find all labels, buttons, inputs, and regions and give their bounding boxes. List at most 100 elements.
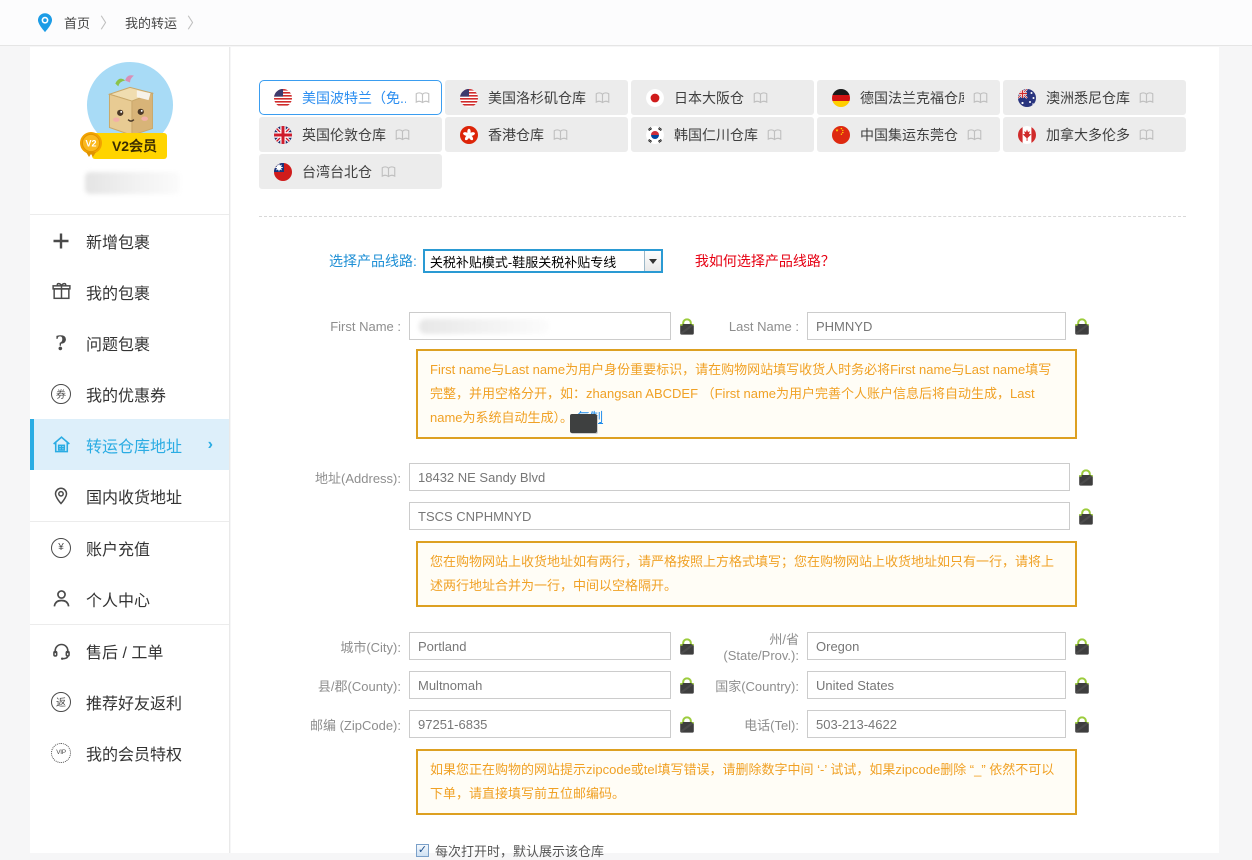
name-format-notice: First name与Last name为用户身份重要标识，请在购物网站填写收货… — [416, 349, 1077, 439]
address-book-icon[interactable] — [752, 90, 769, 105]
jp-flag-icon — [646, 89, 664, 107]
warehouse-tab-cn-8[interactable]: 中国集运东莞仓 — [817, 117, 1000, 152]
member-badge-label: V2会员 — [112, 138, 157, 154]
warehouse-tab-us-0[interactable]: 美国波特兰（免... — [259, 80, 442, 115]
warehouse-tab-label: 加拿大多伦多 — [1046, 125, 1130, 145]
address-book-icon[interactable] — [1138, 90, 1155, 105]
copy-icon[interactable] — [677, 676, 697, 695]
last-name-label: Last Name : — [697, 319, 807, 334]
sidebar-item-2[interactable]: 我的包裹 — [30, 266, 229, 317]
v2-medal-icon: V2 — [78, 131, 104, 158]
warehouse-tab-jp-2[interactable]: 日本大阪仓 — [631, 80, 814, 115]
au-flag-icon — [1018, 89, 1036, 107]
copy-icon[interactable] — [1072, 637, 1092, 656]
address-book-icon[interactable] — [394, 127, 411, 142]
address-book-icon[interactable] — [414, 90, 431, 105]
warehouse-tab-label: 香港仓库 — [488, 125, 544, 145]
sidebar-item-label: 我的包裹 — [86, 280, 150, 304]
country-label: 国家(Country): — [697, 676, 807, 695]
copy-icon[interactable] — [677, 637, 697, 656]
sidebar-item-4[interactable]: 券我的优惠券 — [30, 368, 229, 419]
package-icon — [50, 281, 72, 303]
tooltip-blob — [570, 414, 597, 433]
warehouse-tab-au-4[interactable]: 澳洲悉尼仓库 — [1003, 80, 1186, 115]
last-name-input[interactable] — [807, 312, 1066, 340]
warehouse-tab-ca-9[interactable]: 加拿大多伦多 — [1003, 117, 1186, 152]
city-label: 城市(City): — [259, 637, 409, 656]
member-badge: V2 V2会员 — [92, 133, 167, 159]
sidebar-item-8[interactable]: 个人中心 — [30, 573, 229, 624]
sidebar-item-1[interactable]: 新增包裹 — [30, 215, 229, 266]
zipcode-input[interactable] — [409, 710, 671, 738]
address-format-notice: 您在购物网站上收货地址如有两行，请严格按照上方格式填写；您在购物网站上收货地址如… — [416, 541, 1077, 607]
dropdown-arrow-icon[interactable] — [644, 251, 661, 271]
county-label: 县/郡(County): — [259, 676, 409, 695]
breadcrumb-current[interactable]: 我的转运 — [125, 13, 177, 32]
zipcode-label: 邮编 (ZipCode): — [259, 715, 409, 734]
rebate-icon: 返 — [50, 691, 72, 713]
copy-icon[interactable] — [677, 715, 697, 734]
warehouse-tab-de-3[interactable]: 德国法兰克福仓库 — [817, 80, 1000, 115]
sidebar-item-label: 我的优惠券 — [86, 382, 166, 406]
copy-icon[interactable] — [1072, 715, 1092, 734]
warehouse-tab-label: 中国集运东莞仓 — [860, 125, 958, 145]
city-input[interactable] — [409, 632, 671, 660]
sidebar-item-9[interactable]: 售后 / 工单 — [30, 625, 229, 676]
chevron-right-icon: 〉 — [187, 12, 202, 33]
warehouse-tab-gb-5[interactable]: 英国伦敦仓库 — [259, 117, 442, 152]
address-book-icon[interactable] — [972, 90, 989, 105]
sidebar-item-label: 售后 / 工单 — [86, 639, 163, 663]
product-line-help-link[interactable]: 我如何选择产品线路？ — [695, 251, 835, 271]
address-line2-input[interactable] — [409, 502, 1070, 530]
warehouse-tab-label: 英国伦敦仓库 — [302, 125, 386, 145]
tel-input[interactable] — [807, 710, 1066, 738]
county-input[interactable] — [409, 671, 671, 699]
warehouse-tab-us-1[interactable]: 美国洛杉矶仓库 — [445, 80, 628, 115]
tel-label: 电话(Tel): — [697, 715, 807, 734]
sidebar-item-label: 个人中心 — [86, 587, 150, 611]
sidebar: V2 V2会员 新增包裹我的包裹 ?问题包裹券我的优惠券转运仓库地址›国内收货地址… — [30, 47, 230, 853]
sidebar-item-10[interactable]: 返推荐好友返利 — [30, 676, 229, 727]
sidebar-item-label: 转运仓库地址 — [86, 433, 182, 457]
ca-flag-icon — [1018, 126, 1036, 144]
address-book-icon[interactable] — [766, 127, 783, 142]
state-input[interactable] — [807, 632, 1066, 660]
sidebar-item-11[interactable]: VIP我的会员特权 — [30, 727, 229, 778]
warehouse-tab-label: 德国法兰克福仓库 — [860, 88, 964, 108]
warehouse-tab-hk-6[interactable]: 香港仓库 — [445, 117, 628, 152]
copy-icon[interactable] — [1072, 676, 1092, 695]
address-line1-input[interactable] — [409, 463, 1070, 491]
address-book-icon[interactable] — [966, 127, 983, 142]
address-book-icon[interactable] — [1138, 127, 1155, 142]
sidebar-item-6[interactable]: 国内收货地址 — [30, 470, 229, 521]
address-label: 地址(Address): — [259, 468, 409, 487]
zipcode-tip-notice: 如果您正在购物的网站提示zipcode或tel填写错误，请删除数字中间 ‘-’ … — [416, 749, 1077, 815]
breadcrumb-home[interactable]: 首页 — [64, 13, 90, 32]
gb-flag-icon — [274, 126, 292, 144]
warehouse-tab-tw-10[interactable]: 台湾台北仓 — [259, 154, 442, 189]
copy-icon[interactable] — [1072, 317, 1092, 336]
sidebar-item-3[interactable]: ?问题包裹 — [30, 317, 229, 368]
kr-flag-icon — [646, 126, 664, 144]
sidebar-item-5[interactable]: 转运仓库地址› — [30, 419, 229, 470]
warehouse-tab-label: 澳洲悉尼仓库 — [1046, 88, 1130, 108]
default-warehouse-checkbox[interactable]: ✓ — [416, 844, 429, 857]
hk-flag-icon — [460, 126, 478, 144]
country-input[interactable] — [807, 671, 1066, 699]
person-icon — [50, 588, 72, 610]
product-line-select[interactable]: 关税补贴模式-鞋服关税补贴专线 — [423, 249, 663, 273]
address-book-icon[interactable] — [552, 127, 569, 142]
profile-card: V2 V2会员 — [30, 47, 229, 215]
us-flag-icon — [274, 89, 292, 107]
first-name-redacted — [419, 319, 549, 334]
warehouse-icon — [50, 434, 72, 456]
tw-flag-icon — [274, 163, 292, 181]
copy-icon[interactable] — [1076, 468, 1096, 487]
copy-icon[interactable] — [677, 317, 697, 336]
warehouse-tab-kr-7[interactable]: 韩国仁川仓库 — [631, 117, 814, 152]
address-book-icon[interactable] — [594, 90, 611, 105]
sidebar-item-7[interactable]: ¥账户充值 — [30, 522, 229, 573]
copy-icon[interactable] — [1076, 507, 1096, 526]
sidebar-item-label: 账户充值 — [86, 536, 150, 560]
address-book-icon[interactable] — [380, 164, 397, 179]
